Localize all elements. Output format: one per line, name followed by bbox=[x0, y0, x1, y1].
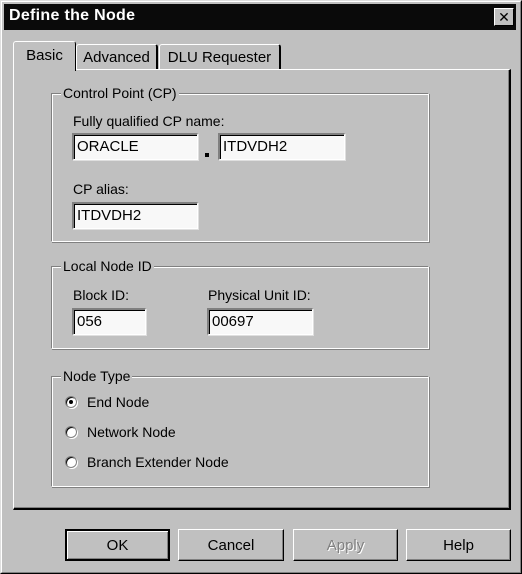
block-id-input[interactable]: 056 bbox=[72, 308, 146, 335]
radio-network-node[interactable]: Network Node bbox=[65, 423, 176, 441]
dialog-window: Define the Node ✕ Basic Advanced DLU Req… bbox=[0, 0, 522, 574]
cp-alias-input[interactable]: ITDVDH2 bbox=[72, 202, 198, 229]
radio-branch-extender-node-label: Branch Extender Node bbox=[87, 454, 229, 470]
radio-branch-extender-node[interactable]: Branch Extender Node bbox=[65, 453, 229, 471]
ok-button[interactable]: OK bbox=[65, 529, 170, 561]
tab-dlu-requester[interactable]: DLU Requester bbox=[159, 44, 281, 69]
apply-button-label: Apply bbox=[326, 536, 365, 554]
tab-basic-label: Basic bbox=[26, 47, 63, 64]
control-point-group-label: Control Point (CP) bbox=[61, 85, 179, 101]
cancel-button-label: Cancel bbox=[207, 536, 255, 554]
radio-checked-icon[interactable] bbox=[65, 396, 77, 408]
pu-id-input[interactable]: 00697 bbox=[207, 308, 313, 335]
network-name-input[interactable]: ORACLE bbox=[72, 133, 198, 160]
cancel-button[interactable]: Cancel bbox=[178, 529, 284, 561]
name-separator-dot bbox=[205, 153, 209, 157]
radio-network-node-label: Network Node bbox=[87, 424, 176, 440]
window-title: Define the Node bbox=[9, 7, 136, 24]
block-id-label: Block ID: bbox=[73, 287, 130, 303]
node-type-group-label: Node Type bbox=[61, 368, 133, 384]
apply-button[interactable]: Apply bbox=[293, 529, 398, 561]
cp-alias-label: CP alias: bbox=[73, 181, 129, 197]
local-node-id-group-label: Local Node ID bbox=[61, 258, 154, 274]
tab-advanced-label: Advanced bbox=[83, 49, 150, 66]
radio-unchecked-icon[interactable] bbox=[65, 426, 77, 438]
fq-cp-name-label: Fully qualified CP name: bbox=[73, 113, 225, 129]
help-button[interactable]: Help bbox=[406, 529, 511, 561]
radio-end-node-label: End Node bbox=[87, 394, 150, 410]
pu-id-label: Physical Unit ID: bbox=[208, 287, 311, 303]
close-button[interactable]: ✕ bbox=[494, 8, 514, 26]
radio-unchecked-icon[interactable] bbox=[65, 456, 77, 468]
radio-end-node[interactable]: End Node bbox=[65, 393, 149, 411]
ok-button-label: OK bbox=[106, 536, 129, 554]
help-button-label: Help bbox=[443, 536, 474, 554]
title-bar[interactable]: Define the Node ✕ bbox=[4, 4, 516, 30]
tab-basic[interactable]: Basic bbox=[13, 41, 76, 71]
tab-dlu-requester-label: DLU Requester bbox=[167, 49, 272, 66]
cp-name-input[interactable]: ITDVDH2 bbox=[218, 133, 345, 160]
close-icon: ✕ bbox=[498, 9, 510, 25]
tab-advanced[interactable]: Advanced bbox=[76, 44, 158, 69]
